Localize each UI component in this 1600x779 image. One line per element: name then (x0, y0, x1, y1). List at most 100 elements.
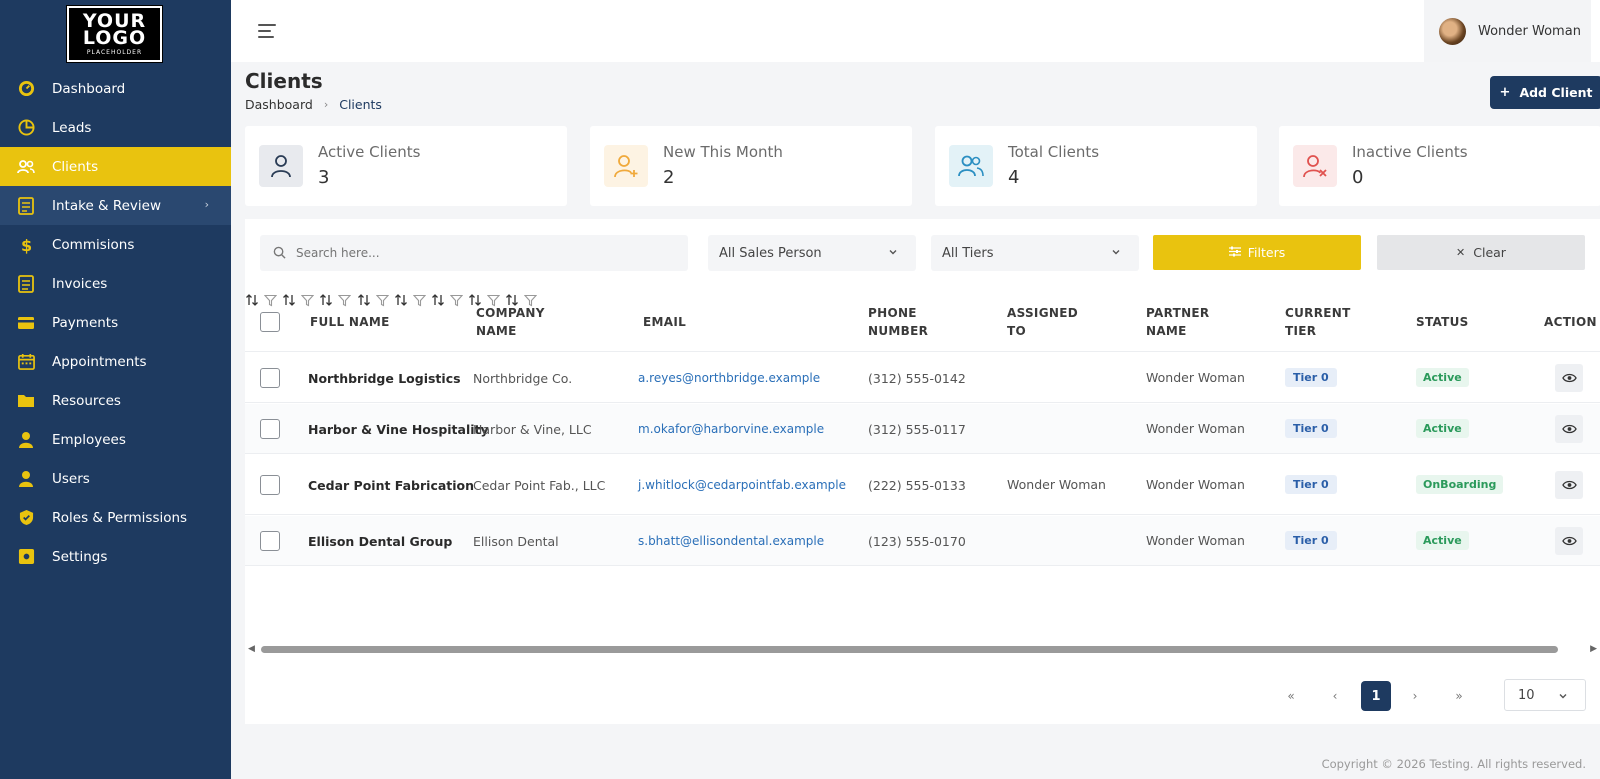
client-full-name[interactable]: Northbridge Logistics (308, 371, 461, 386)
client-full-name[interactable]: Cedar Point Fabrication (308, 478, 474, 493)
filters-label: Filters (1247, 245, 1286, 260)
row-checkbox[interactable] (260, 368, 280, 388)
column-label-line: NAME (1146, 324, 1187, 338)
select-all-checkbox-cell (260, 292, 280, 352)
sort-icon[interactable] (282, 292, 296, 311)
sidebar-item-clients[interactable]: Clients (0, 147, 231, 186)
sidebar-item-resources[interactable]: Resources (0, 381, 231, 420)
search-icon (273, 244, 286, 263)
table-row: Ellison Dental Group Ellison Dental s.bh… (245, 516, 1600, 566)
next-page-icon[interactable]: › (1400, 681, 1430, 711)
menu-toggle-icon[interactable] (258, 24, 276, 38)
stat-value: 0 (1352, 167, 1364, 188)
row-checkbox[interactable] (260, 419, 280, 439)
previous-page-icon[interactable]: ‹ (1320, 681, 1350, 711)
column-company-name[interactable]: COMPANY NAME (476, 292, 556, 352)
scrollbar-thumb[interactable] (261, 646, 1558, 653)
column-label-line: NUMBER (868, 324, 929, 338)
sort-icon[interactable] (245, 292, 259, 311)
clear-button[interactable]: ✕ Clear (1377, 235, 1585, 270)
tiers-select[interactable]: All Tiers (931, 235, 1139, 271)
column-status[interactable]: STATUS (1416, 292, 1469, 352)
scroll-right-icon[interactable]: ▶ (1590, 644, 1597, 654)
first-page-icon[interactable]: « (1276, 681, 1306, 711)
last-page-icon[interactable]: » (1444, 681, 1474, 711)
filter-icon[interactable] (449, 292, 464, 311)
pie-chart-icon (17, 119, 35, 137)
breadcrumb-dashboard[interactable]: Dashboard (245, 97, 313, 112)
user-menu[interactable]: Wonder Woman (1424, 0, 1591, 62)
view-eye-icon[interactable] (1555, 527, 1583, 555)
status-badge: Active (1416, 419, 1469, 438)
tier-badge: Tier 0 (1285, 475, 1337, 494)
search-box[interactable] (260, 235, 688, 271)
sidebar-item-appointments[interactable]: Appointments (0, 342, 231, 381)
sort-icon[interactable] (394, 292, 408, 311)
stat-label: New This Month (663, 143, 783, 161)
sidebar-item-leads[interactable]: Leads (0, 108, 231, 147)
sidebar-item-users[interactable]: Users (0, 459, 231, 498)
tier-badge: Tier 0 (1285, 419, 1337, 438)
page-size-select[interactable]: 10 (1504, 679, 1586, 711)
sidebar-item-employees[interactable]: Employees (0, 420, 231, 459)
sidebar-item-label: Dashboard (52, 80, 126, 97)
client-full-name[interactable]: Ellison Dental Group (308, 534, 452, 549)
logo[interactable]: YOUR LOGO PLACEHOLDER (66, 5, 163, 63)
status-badge: OnBoarding (1416, 475, 1504, 494)
view-eye-icon[interactable] (1555, 364, 1583, 392)
column-full-name[interactable]: FULL NAME (310, 292, 390, 352)
email-link[interactable]: j.whitlock@cedarpointfab.example (638, 478, 846, 492)
column-assigned-to[interactable]: ASSIGNED TO (1007, 292, 1078, 352)
column-label: EMAIL (643, 315, 687, 329)
add-client-label: Add Client (1519, 85, 1593, 100)
assigned-to: Wonder Woman (1007, 477, 1106, 492)
search-input[interactable] (296, 246, 656, 260)
select-all-checkbox[interactable] (260, 312, 280, 332)
column-phone-number[interactable]: PHONE NUMBER (868, 292, 938, 352)
email-link[interactable]: s.bhatt@ellisondental.example (638, 534, 824, 548)
sidebar-item-label: Payments (52, 314, 119, 331)
row-checkbox[interactable] (260, 475, 280, 495)
view-eye-icon[interactable] (1555, 471, 1583, 499)
phone-number: (312) 555-0142 (868, 371, 966, 386)
sales-person-select[interactable]: All Sales Person (708, 235, 916, 271)
horizontal-scrollbar[interactable]: ◀ ▶ (245, 643, 1600, 655)
column-partner-name[interactable]: PARTNER NAME (1146, 292, 1216, 352)
page-number-current[interactable]: 1 (1361, 681, 1391, 711)
row-checkbox[interactable] (260, 531, 280, 551)
sidebar-item-roles-permissions[interactable]: Roles & Permissions (0, 498, 231, 537)
company-name: Northbridge Co. (473, 371, 573, 386)
sidebar-item-label: Commisions (52, 236, 135, 253)
dashboard-gauge-icon (17, 80, 35, 98)
filters-button[interactable]: Filters (1153, 235, 1361, 270)
column-label-line: COMPANY (476, 306, 545, 320)
status-badge: Active (1416, 368, 1469, 387)
scroll-left-icon[interactable]: ◀ (248, 644, 255, 654)
sidebar-item-dashboard[interactable]: Dashboard (0, 69, 231, 108)
sidebar-item-label: Leads (52, 119, 92, 136)
sort-icon[interactable] (431, 292, 445, 311)
page-size-value: 10 (1518, 687, 1535, 703)
view-eye-icon[interactable] (1555, 415, 1583, 443)
sidebar-item-settings[interactable]: Settings (0, 537, 231, 576)
add-client-button[interactable]: + Add Client (1490, 76, 1600, 109)
sidebar-item-label: Intake & Review (52, 197, 162, 214)
column-action: ACTION (1544, 292, 1597, 352)
filter-icon[interactable] (412, 292, 427, 311)
sidebar-item-intake-review[interactable]: Intake & Review › (0, 186, 231, 225)
column-current-tier[interactable]: CURRENT TIER (1285, 292, 1355, 352)
sidebar-item-payments[interactable]: Payments (0, 303, 231, 342)
email-link[interactable]: m.okafor@harborvine.example (638, 422, 824, 436)
stat-label: Active Clients (318, 143, 421, 161)
breadcrumb-current: Clients (339, 97, 382, 112)
column-label-line: PHONE (868, 306, 917, 320)
sidebar-item-invoices[interactable]: Invoices (0, 264, 231, 303)
partner-name: Wonder Woman (1146, 533, 1245, 548)
user-icon (17, 470, 35, 488)
column-email[interactable]: EMAIL (643, 292, 686, 352)
email-link[interactable]: a.reyes@northbridge.example (638, 371, 820, 385)
sidebar-item-commisions[interactable]: $ Commisions (0, 225, 231, 264)
client-full-name[interactable]: Harbor & Vine Hospitality (308, 422, 489, 437)
sidebar-item-label: Employees (52, 431, 126, 448)
users-icon (949, 145, 993, 187)
